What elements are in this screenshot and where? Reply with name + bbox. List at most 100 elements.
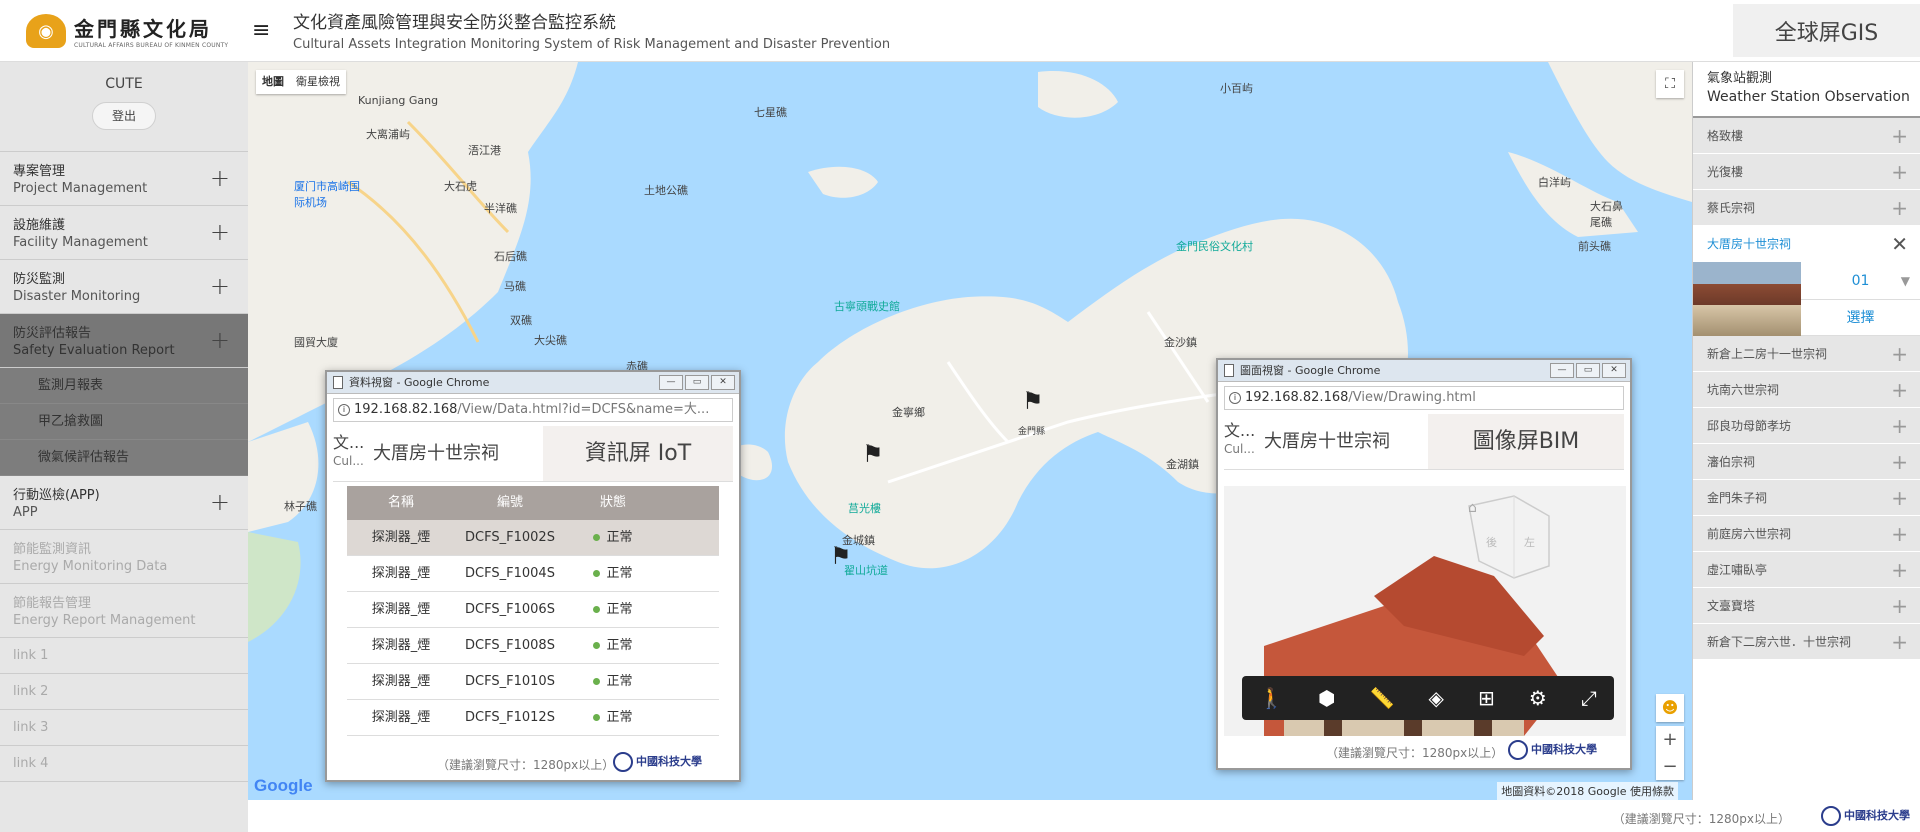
- map-fullscreen-icon[interactable]: ⛶: [1656, 70, 1684, 98]
- site-list-item[interactable]: 邱良功母節孝坊 +: [1693, 408, 1920, 444]
- window-titlebar[interactable]: 資料視窗 - Google Chrome — ▭ ✕: [327, 372, 739, 394]
- status-dot-icon: [593, 534, 601, 541]
- sidebar-item-label: 節能監測資訊: [13, 542, 92, 557]
- site-list-item[interactable]: 新倉上二房十一世宗祠 +: [1693, 336, 1920, 372]
- expand-plus-icon[interactable]: +: [1891, 118, 1908, 154]
- map-marker-icon[interactable]: ⚑: [862, 440, 884, 468]
- minimize-button[interactable]: —: [1550, 363, 1574, 378]
- window-footer: （建議瀏覽尺寸：1280px以上） 中國科技大學: [1218, 734, 1630, 768]
- site-list-item-selected[interactable]: 大厝房十世宗祠 ✕: [1693, 226, 1920, 262]
- walk-person-icon[interactable]: 🚶: [1259, 686, 1284, 710]
- map-marker-icon[interactable]: ⚑: [830, 542, 852, 570]
- expand-plus-icon[interactable]: +: [210, 164, 230, 192]
- global-gis-button[interactable]: 全球屏GIS: [1733, 4, 1920, 57]
- sidebar-link-4[interactable]: link 4: [0, 746, 248, 782]
- map-poi-label[interactable]: 金門民俗文化村: [1176, 238, 1253, 254]
- collapse-close-icon[interactable]: ✕: [1891, 226, 1908, 262]
- site-list-item[interactable]: 格致樓 +: [1693, 118, 1920, 154]
- expand-plus-icon[interactable]: +: [1891, 444, 1908, 480]
- hamburger-menu-icon[interactable]: ≡: [252, 20, 274, 42]
- expand-plus-icon[interactable]: +: [1891, 336, 1908, 372]
- sidebar-link-2[interactable]: link 2: [0, 674, 248, 710]
- map-type-satellite-button[interactable]: 衛星檢視: [290, 70, 346, 94]
- map-poi-label[interactable]: 古寧頭戰史館: [834, 298, 900, 314]
- sidebar-item-project-management[interactable]: 專案管理 Project Management +: [0, 152, 248, 206]
- table-row[interactable]: 探測器_煙 DCFS_F1006S 正常: [347, 592, 719, 628]
- fullscreen-icon[interactable]: ⤢: [1581, 686, 1597, 710]
- expand-plus-icon[interactable]: +: [1891, 408, 1908, 444]
- expand-plus-icon[interactable]: +: [210, 488, 230, 516]
- expand-plus-icon[interactable]: +: [1891, 154, 1908, 190]
- model-tree-icon[interactable]: ⊞: [1478, 686, 1495, 710]
- logout-button[interactable]: 登出: [92, 102, 156, 130]
- window-titlebar[interactable]: 圖面視窗 - Google Chrome — ▭ ✕: [1218, 360, 1630, 382]
- map-marker-icon[interactable]: ⚑: [1022, 387, 1044, 415]
- screen-type: 圖像屏BIM: [1428, 414, 1624, 469]
- site-list-item[interactable]: 新倉下二房六世．十世宗祠 +: [1693, 624, 1920, 660]
- table-row[interactable]: 探測器_煙 DCFS_F1012S 正常: [347, 700, 719, 736]
- map-type-map-button[interactable]: 地圖: [256, 70, 290, 94]
- expand-plus-icon[interactable]: +: [210, 272, 230, 300]
- expand-plus-icon[interactable]: +: [1891, 190, 1908, 226]
- right-panel-title-en: Weather Station Observation: [1707, 89, 1910, 105]
- sidebar-item-facility-management[interactable]: 設施維護 Facility Management +: [0, 206, 248, 260]
- map-poi-label[interactable]: 莒光樓: [848, 500, 881, 516]
- logo[interactable]: ◉ 金門縣文化局 CULTURAL AFFAIRS BUREAU OF KINM…: [0, 0, 248, 62]
- status-text: 正常: [606, 602, 633, 617]
- sidebar-subitem-monthly-report[interactable]: 監測月報表: [0, 368, 248, 404]
- settings-gear-icon[interactable]: ⚙: [1529, 686, 1547, 710]
- expand-plus-icon[interactable]: +: [1891, 372, 1908, 408]
- choose-button[interactable]: 選擇: [1801, 300, 1920, 336]
- site-list-item[interactable]: 虛江嘯臥亭 +: [1693, 552, 1920, 588]
- close-button[interactable]: ✕: [711, 375, 735, 390]
- sidebar-item-safety-evaluation-report[interactable]: 防災評估報告 Safety Evaluation Report +: [0, 314, 248, 368]
- table-row[interactable]: 探測器_煙 DCFS_F1002S 正常: [347, 520, 719, 556]
- sidebar-subitem-microclimate-report[interactable]: 微氣候評估報告: [0, 440, 248, 476]
- address-bar[interactable]: i 192.168.82.168/View/Data.html?id=DCFS&…: [333, 398, 733, 422]
- close-button[interactable]: ✕: [1602, 363, 1626, 378]
- maximize-button[interactable]: ▭: [685, 375, 709, 390]
- address-bar[interactable]: i 192.168.82.168/View/Drawing.html: [1224, 386, 1624, 410]
- header-abbr: 文...: [1224, 421, 1256, 440]
- site-list-item[interactable]: 前庭房六世宗祠 +: [1693, 516, 1920, 552]
- table-row[interactable]: 探測器_煙 DCFS_F1008S 正常: [347, 628, 719, 664]
- expand-plus-icon[interactable]: +: [1891, 552, 1908, 588]
- sidebar-link-3[interactable]: link 3: [0, 710, 248, 746]
- sidebar-link-1[interactable]: link 1: [0, 638, 248, 674]
- expand-plus-icon[interactable]: +: [210, 326, 230, 354]
- bim-3d-viewer[interactable]: 後 左 ⌂ 🚶 ⬢ 📏 ◈ ⊞ ⚙ ⤢: [1224, 486, 1626, 736]
- expand-plus-icon[interactable]: +: [1891, 516, 1908, 552]
- measure-ruler-icon[interactable]: 📏: [1370, 686, 1395, 710]
- table-row[interactable]: 探測器_煙 DCFS_F1010S 正常: [347, 664, 719, 700]
- document-icon: [1224, 364, 1234, 377]
- sidebar-subitem-rescue-map[interactable]: 甲乙搶救圖: [0, 404, 248, 440]
- zoom-in-button[interactable]: +: [1656, 726, 1684, 753]
- site-list-item[interactable]: 蔡氏宗祠 +: [1693, 190, 1920, 226]
- site-list-item[interactable]: 光復樓 +: [1693, 154, 1920, 190]
- home-icon: ⌂: [1468, 500, 1477, 516]
- expand-plus-icon[interactable]: +: [1891, 480, 1908, 516]
- site-list-item[interactable]: 文臺寶塔 +: [1693, 588, 1920, 624]
- expand-plus-icon[interactable]: +: [1891, 588, 1908, 624]
- table-row[interactable]: 探測器_煙 DCFS_F1004S 正常: [347, 556, 719, 592]
- expand-plus-icon[interactable]: +: [1891, 624, 1908, 660]
- maximize-button[interactable]: ▭: [1576, 363, 1600, 378]
- site-list-item[interactable]: 金門朱子祠 +: [1693, 480, 1920, 516]
- sidebar-item-app[interactable]: 行動巡檢(APP) APP +: [0, 476, 248, 530]
- cell-name: 探測器_煙: [371, 566, 431, 581]
- minimize-button[interactable]: —: [659, 375, 683, 390]
- site-list-item[interactable]: 瀋伯宗祠 +: [1693, 444, 1920, 480]
- header-abbr-sub: Cul...: [333, 454, 364, 468]
- expand-plus-icon[interactable]: +: [210, 218, 230, 246]
- map-attribution[interactable]: 地圖資料©2018 Google 使用條款: [1497, 782, 1678, 800]
- sidebar-item-disaster-monitoring[interactable]: 防災監測 Disaster Monitoring +: [0, 260, 248, 314]
- google-logo: Google: [254, 776, 313, 795]
- site-list-item[interactable]: 坑南六世宗祠 +: [1693, 372, 1920, 408]
- logo-text: 金門縣文化局: [74, 17, 212, 41]
- street-view-pegman-icon[interactable]: ☻: [1656, 694, 1684, 722]
- station-select[interactable]: 01 ▼: [1801, 262, 1920, 300]
- zoom-out-button[interactable]: −: [1656, 753, 1684, 780]
- logo-seal-icon: ◉: [26, 14, 66, 48]
- orbit-icon[interactable]: ⬢: [1318, 686, 1335, 710]
- section-box-icon[interactable]: ◈: [1429, 686, 1444, 710]
